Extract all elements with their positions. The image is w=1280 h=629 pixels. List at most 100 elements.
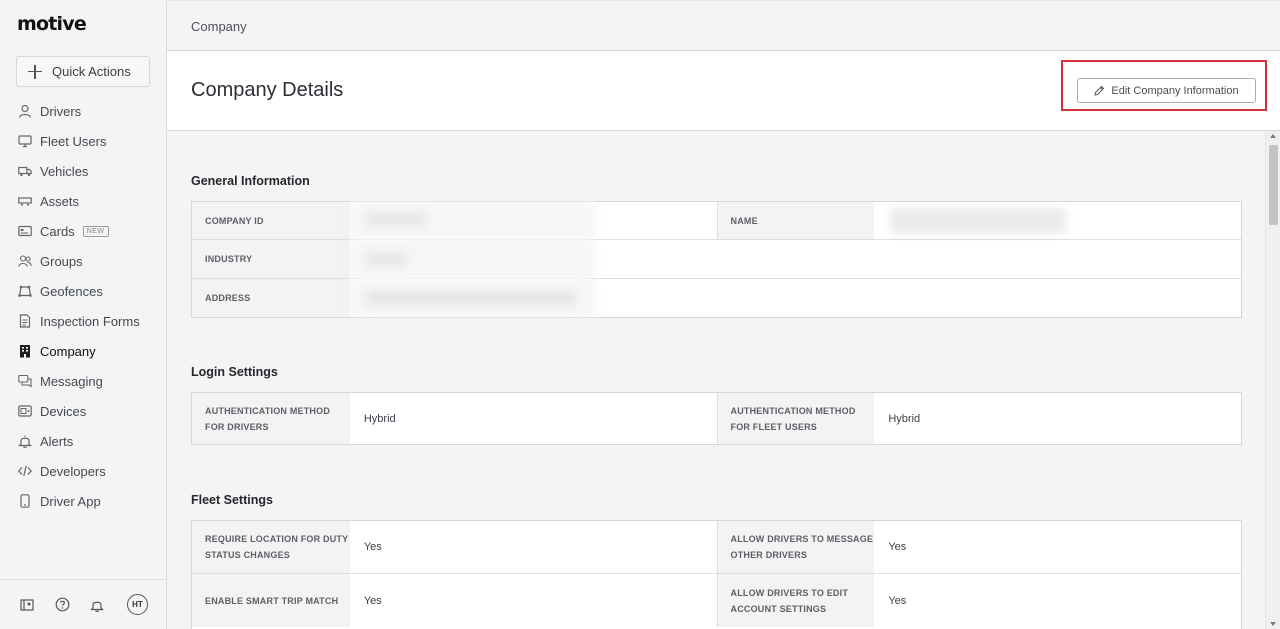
name-label: NAME	[716, 202, 875, 239]
sidebar-item-vehicles[interactable]: Vehicles	[0, 156, 166, 186]
table-row: INDUSTRY	[192, 240, 1241, 279]
sidebar-item-developers[interactable]: Developers	[0, 456, 166, 486]
edit-company-information-button[interactable]: Edit Company Information	[1077, 78, 1256, 103]
redacted-value	[365, 252, 406, 266]
sidebar-item-assets[interactable]: Assets	[0, 186, 166, 216]
sidebar-item-inspection-forms[interactable]: Inspection Forms	[0, 306, 166, 336]
login-settings-title: Login Settings	[191, 365, 278, 379]
new-badge: NEW	[82, 225, 109, 237]
auth-method-fleet-users-label: AUTHENTICATION METHOD FOR FLEET USERS	[716, 393, 875, 444]
sidebar-item-label: Devices	[40, 403, 87, 419]
smart-trip-match-value: Yes	[363, 594, 382, 607]
plus-icon	[28, 64, 42, 79]
sidebar-item-messaging[interactable]: Messaging	[0, 366, 166, 396]
table-row: ADDRESS	[192, 279, 1241, 317]
motive-logo[interactable]: motive	[17, 13, 87, 35]
general-information-card: COMPANY ID NAME INDUSTRY ADDRESS	[191, 201, 1242, 318]
sidebar-item-geofences[interactable]: Geofences	[0, 276, 166, 306]
sidebar: motive Quick Actions Drivers Fleet Users…	[0, 0, 167, 629]
address-value	[349, 279, 1241, 317]
sidebar-item-alerts[interactable]: Alerts	[0, 426, 166, 456]
user-avatar[interactable]: HT	[127, 594, 148, 615]
quick-actions-label: Quick Actions	[52, 64, 131, 79]
allow-message-label: ALLOW DRIVERS TO MESSAGE OTHER DRIVERS	[716, 521, 875, 573]
require-location-value: Yes	[363, 541, 382, 553]
document-icon	[18, 314, 32, 328]
card-icon	[18, 224, 32, 238]
sidebar-item-label: Assets	[40, 193, 80, 209]
auth-method-fleet-users-value: Hybrid	[888, 412, 921, 425]
allow-edit-account-label: ALLOW DRIVERS TO EDIT ACCOUNT SETTINGS	[716, 574, 875, 627]
sidebar-item-fleet-users[interactable]: Fleet Users	[0, 126, 166, 156]
sidebar-item-label: Cards	[40, 223, 75, 239]
sidebar-item-label: Fleet Users	[40, 133, 107, 149]
pencil-icon	[1094, 85, 1105, 96]
geofence-icon	[18, 284, 32, 298]
sidebar-item-groups[interactable]: Groups	[0, 246, 166, 276]
notification-bell-icon[interactable]	[89, 597, 105, 613]
scrollbar-thumb[interactable]	[1269, 145, 1278, 225]
library-icon[interactable]	[19, 597, 35, 613]
sidebar-item-label: Alerts	[40, 433, 74, 449]
sidebar-item-label: Driver App	[40, 493, 101, 509]
trailer-icon	[18, 194, 32, 208]
company-id-value	[349, 202, 717, 239]
edit-button-label: Edit Company Information	[1111, 84, 1239, 97]
fleet-settings-title: Fleet Settings	[191, 493, 273, 507]
sidebar-item-label: Vehicles	[40, 163, 89, 179]
sidebar-item-driver-app[interactable]: Driver App	[0, 486, 166, 516]
redacted-value	[365, 291, 576, 305]
scroll-up-arrow-icon[interactable]	[1270, 134, 1276, 138]
sidebar-item-label: Messaging	[40, 373, 103, 389]
sidebar-item-company[interactable]: Company	[0, 336, 166, 366]
truck-icon	[18, 164, 32, 178]
help-icon[interactable]	[54, 597, 70, 613]
phone-icon	[18, 494, 32, 508]
general-information-title: General Information	[191, 174, 310, 188]
sidebar-item-label: Developers	[40, 463, 106, 479]
sidebar-item-label: Inspection Forms	[40, 313, 140, 329]
redacted-value	[890, 208, 1067, 234]
auth-method-drivers-value: Hybrid	[363, 412, 396, 425]
scroll-down-arrow-icon[interactable]	[1270, 622, 1276, 626]
fleet-settings-card: REQUIRE LOCATION FOR DUTY STATUS CHANGES…	[191, 520, 1242, 629]
monitor-icon	[18, 134, 32, 148]
page-title: Company Details	[191, 79, 344, 101]
device-icon	[18, 404, 32, 418]
name-value	[874, 202, 1241, 239]
sidebar-item-devices[interactable]: Devices	[0, 396, 166, 426]
main-content: General Information COMPANY ID NAME INDU…	[167, 131, 1265, 629]
topbar: Company	[167, 0, 1280, 51]
sidebar-item-drivers[interactable]: Drivers	[0, 96, 166, 126]
sidebar-item-label: Geofences	[40, 283, 103, 299]
allow-message-value: Yes	[888, 541, 907, 553]
redacted-value	[365, 212, 426, 226]
company-id-label: COMPANY ID	[192, 202, 350, 239]
group-icon	[18, 254, 32, 268]
breadcrumb[interactable]: Company	[191, 19, 247, 34]
table-row: COMPANY ID NAME	[192, 202, 1241, 240]
table-row: AUTHENTICATION METHOD FOR DRIVERS Hybrid…	[192, 393, 1241, 444]
auth-method-drivers-label: AUTHENTICATION METHOD FOR DRIVERS	[192, 393, 350, 444]
bell-icon	[18, 434, 32, 449]
page-header: Company Details Edit Company Information	[167, 51, 1280, 131]
table-row: ENABLE SMART TRIP MATCH Yes ALLOW DRIVER…	[192, 574, 1241, 627]
allow-edit-account-value: Yes	[888, 594, 907, 607]
require-location-label: REQUIRE LOCATION FOR DUTY STATUS CHANGES	[192, 521, 350, 573]
address-label: ADDRESS	[192, 279, 350, 317]
sidebar-item-label: Drivers	[40, 103, 82, 119]
sidebar-footer: HT	[0, 579, 166, 629]
chat-icon	[18, 374, 32, 388]
login-settings-card: AUTHENTICATION METHOD FOR DRIVERS Hybrid…	[191, 392, 1242, 445]
sidebar-item-label: Company	[40, 343, 96, 359]
vertical-scrollbar[interactable]	[1265, 131, 1280, 629]
smart-trip-match-label: ENABLE SMART TRIP MATCH	[192, 574, 350, 627]
industry-value	[349, 240, 1241, 278]
table-row: REQUIRE LOCATION FOR DUTY STATUS CHANGES…	[192, 521, 1241, 574]
building-icon	[18, 344, 32, 358]
sidebar-nav: Drivers Fleet Users Vehicles Assets Card…	[0, 96, 166, 516]
person-icon	[18, 104, 32, 118]
quick-actions-button[interactable]: Quick Actions	[16, 56, 150, 87]
sidebar-item-label: Groups	[40, 253, 83, 269]
sidebar-item-cards[interactable]: Cards NEW	[0, 216, 166, 246]
